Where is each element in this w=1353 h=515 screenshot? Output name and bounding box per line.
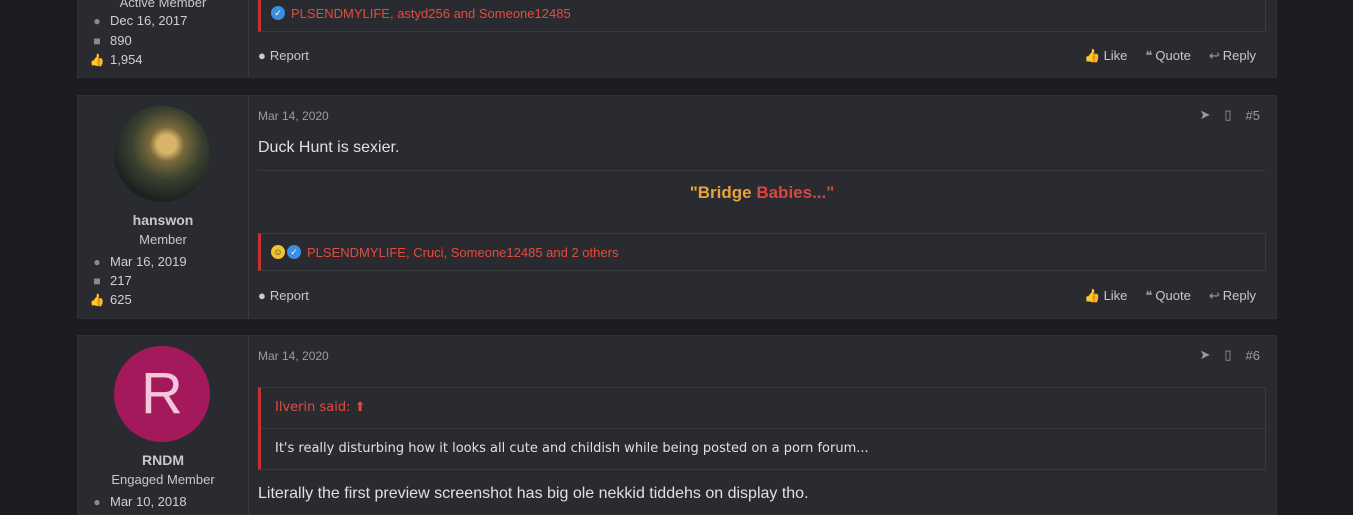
quote-button[interactable]: ❝ Quote (1145, 288, 1190, 304)
stat-messages: ■ 217 (86, 273, 131, 288)
stat-joined: ● Mar 16, 2019 (86, 254, 186, 269)
stat-reactions: 👍 625 (86, 292, 132, 307)
user-panel: R RNDM Engaged Member ● Mar 10, 2018 (78, 336, 249, 514)
messages-icon: ■ (93, 33, 101, 48)
reactions-bar[interactable]: ✓ PLSENDMYLIFE, astyd256 and Someone1248… (258, 0, 1266, 32)
user-icon: ● (93, 494, 101, 509)
user-panel: hanswon Member ● Mar 16, 2019 ■ 217 👍 62… (78, 96, 249, 318)
stat-messages: ■ 890 (86, 33, 131, 48)
report-link[interactable]: ● Report (258, 48, 309, 63)
post-message: Literally the first preview screenshot h… (258, 485, 809, 502)
avatar[interactable] (114, 106, 210, 202)
report-icon: ● (258, 288, 266, 303)
like-button[interactable]: 👍 Like (1084, 48, 1127, 64)
thumbs-up-icon: 👍 (89, 52, 105, 67)
post-date[interactable]: Mar 14, 2020 (258, 349, 329, 363)
post-4: Active Member ● Dec 16, 2017 ■ 890 👍 1,9… (77, 0, 1277, 78)
like-reaction-icon: ✓ (271, 6, 285, 20)
quote-button[interactable]: ❝ Quote (1145, 48, 1190, 64)
bookmark-icon[interactable]: ▯ (1224, 347, 1231, 363)
stat-reactions: 👍 1,954 (86, 52, 143, 67)
signature: "Bridge Babies..." (689, 183, 835, 202)
post-5: hanswon Member ● Mar 16, 2019 ■ 217 👍 62… (77, 95, 1277, 319)
reactions-list[interactable]: PLSENDMYLIFE, astyd256 and Someone12485 (291, 6, 571, 21)
post-tools: ➤ ▯ #5 (1199, 107, 1260, 123)
stat-joined: ● Dec 16, 2017 (86, 13, 187, 28)
post-date[interactable]: Mar 14, 2020 (258, 109, 329, 123)
user-role: Active Member (119, 0, 207, 10)
user-role: Engaged Member (111, 472, 215, 487)
avatar[interactable]: R (114, 346, 210, 442)
messages-icon: ■ (93, 273, 101, 288)
reply-icon: ↩ (1208, 288, 1220, 303)
like-button[interactable]: 👍 Like (1084, 288, 1127, 304)
user-icon: ● (93, 254, 101, 269)
report-icon: ● (258, 48, 266, 63)
post-actions: 👍 Like ❝ Quote ↩ Reply (1084, 288, 1256, 304)
quote-block: Ilverin said: ⬆ It's really disturbing h… (258, 387, 1266, 470)
post-message: Duck Hunt is sexier. (258, 139, 400, 156)
user-role: Member (139, 232, 187, 247)
post-tools: ➤ ▯ #6 (1199, 347, 1260, 363)
reply-icon: ↩ (1208, 48, 1220, 63)
post-number[interactable]: #5 (1246, 108, 1260, 123)
laugh-reaction-icon: ☺ (271, 245, 285, 259)
post-actions: 👍 Like ❝ Quote ↩ Reply (1084, 48, 1256, 64)
share-icon[interactable]: ➤ (1199, 107, 1210, 123)
share-icon[interactable]: ➤ (1199, 347, 1210, 363)
reply-button[interactable]: ↩ Reply (1209, 48, 1256, 64)
reactions-bar[interactable]: ☺ ✓ PLSENDMYLIFE, Cruci, Someone12485 an… (258, 233, 1266, 271)
quote-icon: ❝ (1145, 48, 1153, 63)
quote-icon: ❝ (1145, 288, 1153, 303)
thumbs-up-icon: 👍 (1084, 48, 1101, 63)
signature-divider (258, 170, 1266, 171)
username[interactable]: RNDM (78, 452, 248, 468)
report-link[interactable]: ● Report (258, 288, 309, 303)
stat-joined: ● Mar 10, 2018 (86, 494, 186, 509)
user-icon: ● (93, 13, 101, 28)
like-reaction-icon: ✓ (287, 245, 301, 259)
thumbs-up-icon: 👍 (1084, 288, 1101, 303)
thumbs-up-icon: 👍 (89, 292, 105, 307)
bookmark-icon[interactable]: ▯ (1224, 107, 1231, 123)
reactions-list[interactable]: PLSENDMYLIFE, Cruci, Someone12485 and 2 … (307, 245, 618, 260)
quote-text: It's really disturbing how it looks all … (275, 441, 869, 456)
post-6: R RNDM Engaged Member ● Mar 10, 2018 Mar… (77, 335, 1277, 515)
user-panel: Active Member ● Dec 16, 2017 ■ 890 👍 1,9… (78, 0, 249, 77)
post-number[interactable]: #6 (1246, 348, 1260, 363)
arrow-up-icon[interactable]: ⬆ (355, 400, 366, 415)
reply-button[interactable]: ↩ Reply (1209, 288, 1256, 304)
username[interactable]: hanswon (78, 212, 248, 228)
quote-author[interactable]: Ilverin said: ⬆ (261, 388, 1265, 429)
